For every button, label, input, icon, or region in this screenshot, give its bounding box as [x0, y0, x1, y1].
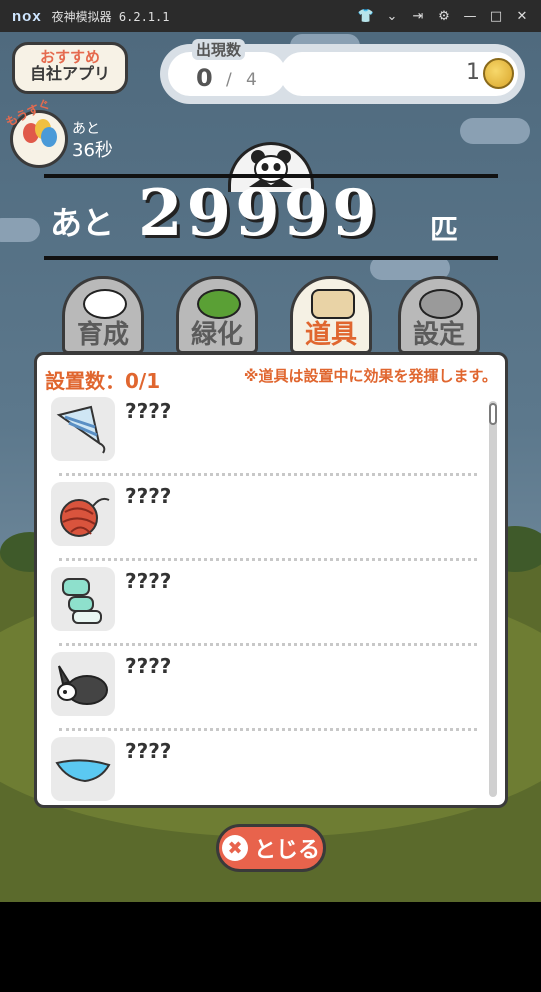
tools-list[interactable]: ???? ???? ???? ???? ???? [51, 397, 479, 801]
item-name: ???? [125, 569, 172, 593]
coin-bar: 1 [280, 52, 518, 96]
tab-greening[interactable]: 緑化 [176, 276, 258, 354]
divider [59, 558, 477, 561]
divider [59, 728, 477, 731]
maximize-icon[interactable]: □ [483, 0, 509, 32]
item-name: ???? [125, 399, 172, 423]
item-name: ???? [125, 739, 172, 763]
tab-tools-label: 道具 [304, 320, 357, 350]
emulator-title-bar: nox 夜神模拟器 6.2.1.1 👕 ⌄ ⇥ ⚙ — □ ✕ [0, 0, 541, 32]
list-item[interactable]: ???? [51, 567, 479, 652]
list-item[interactable]: ???? [51, 397, 479, 482]
coin-count: 1 [466, 60, 480, 85]
tab-tools[interactable]: 道具 [290, 276, 372, 354]
list-item[interactable]: ???? [51, 482, 479, 567]
appearance-count-bar: 0 / 4 出現数 1 [160, 39, 525, 104]
cloud-decoration [0, 218, 40, 242]
tab-greening-label: 緑化 [190, 320, 243, 350]
coin-icon [483, 58, 514, 89]
gear-icon[interactable]: ⚙ [431, 0, 457, 32]
underwear-icon [51, 737, 115, 801]
appearance-separator: / [226, 70, 232, 90]
divider [59, 473, 477, 476]
close-button[interactable]: ✖ とじる [216, 824, 326, 872]
remaining-count: 29999 [138, 176, 381, 251]
app-button-line2: 自社アプリ [29, 63, 110, 83]
list-item[interactable]: ???? [51, 737, 479, 822]
list-item[interactable]: ???? [51, 652, 479, 737]
pin-icon[interactable]: ⇥ [405, 0, 431, 32]
remaining-time: 36秒 [72, 140, 113, 161]
tab-settings-label: 設定 [412, 320, 465, 350]
window-controls: 👕 ⌄ ⇥ ⚙ — □ ✕ [353, 0, 535, 32]
chevron-down-icon[interactable]: ⌄ [379, 0, 405, 32]
rabbit-icon [51, 652, 115, 716]
recommended-apps-button[interactable]: おすすめ 自社アプリ [12, 42, 128, 94]
party-horn-icon [51, 397, 115, 461]
cloud-decoration [460, 118, 530, 144]
remaining-prefix: あと [50, 204, 115, 242]
tools-panel: 設置数：0/1 ※道具は設置中に効果を発揮します。 ???? ???? ????… [34, 352, 508, 808]
item-name: ???? [125, 484, 172, 508]
scrollbar-thumb[interactable] [489, 403, 497, 425]
scrollbar-track[interactable] [489, 401, 497, 797]
appearance-current: 0 [196, 64, 213, 92]
window-title: 夜神模拟器 6.2.1.1 [51, 9, 170, 24]
item-name: ???? [125, 654, 172, 678]
game-screen: おすすめ 自社アプリ 0 / 4 出現数 1 もうすぐ あと 36秒 あと 29… [0, 32, 541, 902]
nox-logo: nox [12, 7, 42, 25]
appearance-label: 出現数 [192, 39, 246, 60]
yarn-ball-icon [51, 482, 115, 546]
tab-grow[interactable]: 育成 [62, 276, 144, 354]
tab-settings[interactable]: 設定 [398, 276, 480, 354]
shirt-icon[interactable]: 👕 [353, 0, 379, 32]
close-icon[interactable]: ✕ [509, 0, 535, 32]
remaining-unit: 匹 [430, 213, 459, 246]
divider [59, 643, 477, 646]
minimize-icon[interactable]: — [457, 0, 483, 32]
tab-grow-label: 育成 [76, 320, 129, 350]
panel-note: ※道具は設置中に効果を発揮します。 [243, 367, 497, 385]
close-x-icon: ✖ [221, 835, 248, 861]
appearance-total: 4 [246, 70, 257, 90]
close-button-label: とじる [253, 838, 320, 863]
counter-bottom-line [44, 256, 498, 260]
towel-icon [51, 567, 115, 631]
placement-count: 設置数：0/1 [45, 369, 161, 393]
remaining-label: あと [72, 121, 100, 137]
